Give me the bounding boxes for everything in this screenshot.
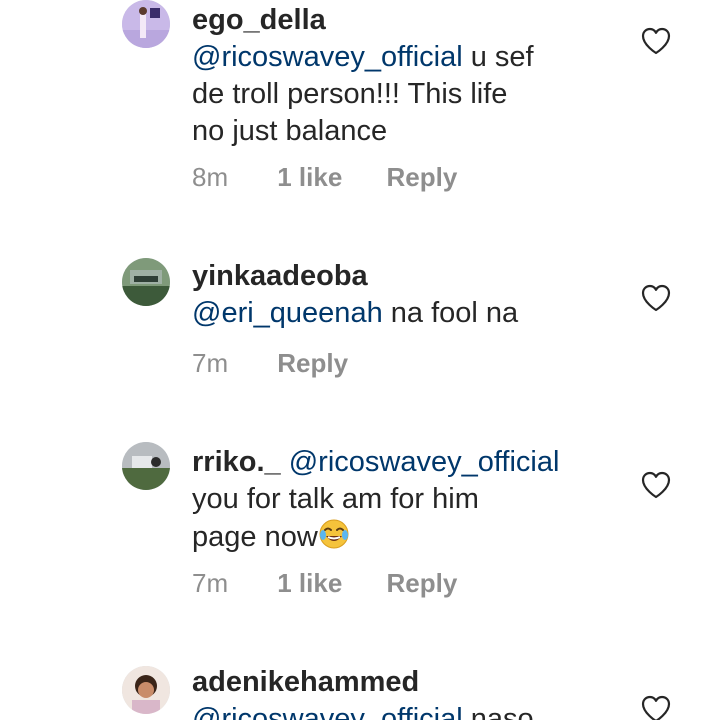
face-with-tears-of-joy-icon bbox=[319, 519, 349, 549]
comment-username[interactable]: yinkaadeoba bbox=[192, 260, 368, 292]
comment-item: yinkaadeoba @eri_queenah na fool na 7m R… bbox=[0, 250, 720, 390]
reply-button[interactable]: Reply bbox=[277, 348, 348, 379]
comment-text: naso bbox=[470, 703, 534, 720]
reply-button[interactable]: Reply bbox=[387, 568, 458, 599]
comment-username[interactable]: adenikehammed bbox=[192, 666, 419, 698]
comment-text: page now bbox=[192, 521, 318, 553]
comment-text: u sef bbox=[470, 41, 534, 73]
comment-meta: 8m 1 like Reply bbox=[192, 162, 457, 193]
comment-likes[interactable]: 1 like bbox=[277, 162, 342, 193]
comment-item: ego_della @ricoswavey_official u sef de … bbox=[0, 0, 720, 200]
mention-link[interactable]: @ricoswavey_official bbox=[192, 703, 463, 720]
heart-outline-icon[interactable] bbox=[640, 283, 672, 313]
comment-timestamp: 7m bbox=[192, 348, 229, 378]
comment-timestamp: 7m bbox=[192, 568, 229, 598]
comment-meta: 7m Reply bbox=[192, 348, 348, 379]
heart-outline-icon[interactable] bbox=[640, 694, 672, 720]
comment-item: rriko._ @ricoswavey_official you for tal… bbox=[0, 442, 720, 612]
heart-outline-icon[interactable] bbox=[640, 26, 672, 56]
comment-meta: 7m 1 like Reply bbox=[192, 568, 457, 599]
avatar[interactable] bbox=[122, 666, 170, 714]
avatar-photo bbox=[122, 442, 170, 490]
avatar-photo bbox=[122, 258, 170, 306]
mention-link[interactable]: @ricoswavey_official bbox=[192, 41, 463, 73]
comment-text: na fool na bbox=[390, 297, 519, 329]
comment-username[interactable]: ego_della bbox=[192, 4, 326, 36]
comment-text: you for talk am for him bbox=[192, 483, 479, 515]
comment-likes[interactable]: 1 like bbox=[277, 568, 342, 599]
comment-text: no just balance bbox=[192, 115, 388, 147]
avatar[interactable] bbox=[122, 258, 170, 306]
avatar-photo bbox=[122, 666, 170, 714]
avatar[interactable] bbox=[122, 0, 170, 48]
comment-timestamp: 8m bbox=[192, 162, 229, 192]
mention-link[interactable]: @eri_queenah bbox=[192, 297, 383, 329]
reply-button[interactable]: Reply bbox=[387, 162, 458, 193]
avatar[interactable] bbox=[122, 442, 170, 490]
avatar-photo bbox=[122, 0, 170, 48]
comment-item: adenikehammed @ricoswavey_official naso bbox=[0, 664, 720, 720]
heart-outline-icon[interactable] bbox=[640, 470, 672, 500]
mention-link[interactable]: @ricoswavey_official bbox=[289, 446, 560, 478]
comment-text: de troll person!!! This life bbox=[192, 78, 508, 110]
comment-username[interactable]: rriko._ bbox=[192, 446, 281, 478]
